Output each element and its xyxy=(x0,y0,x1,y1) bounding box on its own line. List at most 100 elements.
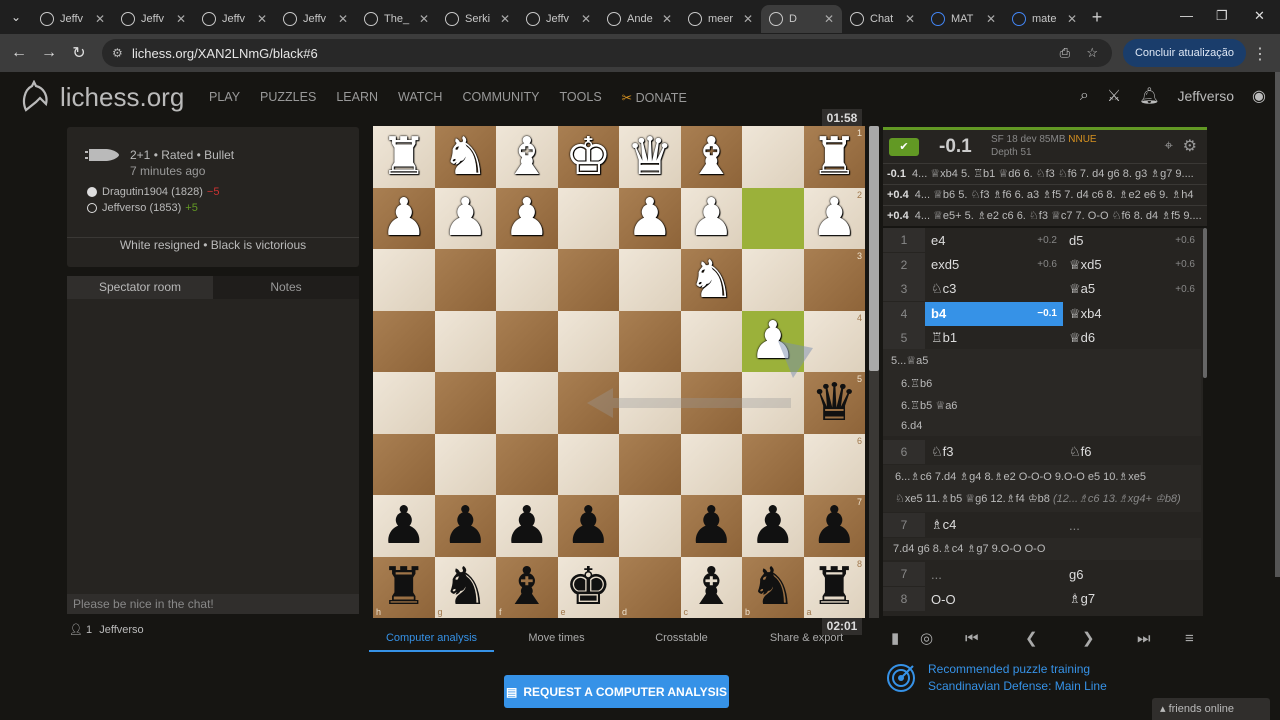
white-king-icon[interactable]: ♚ xyxy=(565,131,612,183)
board-square[interactable] xyxy=(496,372,558,434)
white-pawn-icon[interactable]: ♟ xyxy=(442,192,489,244)
black-knight-icon[interactable]: ♞ xyxy=(442,561,489,613)
black-player[interactable]: Jeffverso (1853) +5 xyxy=(87,202,198,214)
board-square[interactable]: ♟ 2 xyxy=(803,187,865,249)
search-icon[interactable]: ⌕ xyxy=(1080,87,1089,105)
close-window-icon[interactable]: ✕ xyxy=(1254,8,1265,24)
board-square[interactable] xyxy=(742,433,804,495)
tab-computer-analysis[interactable]: Computer analysis xyxy=(369,632,494,652)
board-square[interactable]: d xyxy=(619,556,681,618)
new-tab-button[interactable]: + xyxy=(1085,7,1109,28)
bookmark-star-icon[interactable]: ☆ xyxy=(1086,45,1098,61)
black-move[interactable]: g6 xyxy=(1063,562,1201,586)
black-pawn-icon[interactable]: ♟ xyxy=(503,500,550,552)
black-queen-icon[interactable]: ♛ xyxy=(811,377,858,429)
white-queen-icon[interactable]: ♛ xyxy=(626,131,673,183)
board-square[interactable] xyxy=(373,372,435,434)
tab-close-icon[interactable]: ✕ xyxy=(500,12,510,26)
board-square[interactable] xyxy=(373,310,435,372)
practice-icon[interactable]: ◎ xyxy=(920,629,933,647)
target-icon[interactable]: ⌖ xyxy=(1165,137,1173,154)
board-square[interactable]: ♟ xyxy=(742,310,804,372)
black-move[interactable]: ♕a5 +0.6 xyxy=(1063,277,1201,301)
black-move[interactable]: ♘f6 xyxy=(1063,440,1201,464)
white-move[interactable]: O-O xyxy=(925,587,1063,611)
board-square[interactable] xyxy=(557,433,619,495)
browser-tab[interactable]: Serki ✕ xyxy=(437,5,518,33)
nav-tools[interactable]: TOOLS xyxy=(560,90,602,105)
tab-close-icon[interactable]: ✕ xyxy=(986,12,996,26)
board-square[interactable] xyxy=(619,310,681,372)
chat-input[interactable]: Please be nice in the chat! xyxy=(67,594,359,614)
maximize-icon[interactable]: ❐ xyxy=(1216,8,1228,24)
white-move[interactable]: ♖b1 xyxy=(925,326,1063,350)
back-icon[interactable]: ← xyxy=(4,44,34,62)
forward-icon[interactable]: → xyxy=(34,44,64,62)
board-square[interactable] xyxy=(496,433,558,495)
page-scrollbar[interactable] xyxy=(1275,72,1280,577)
next-move-icon[interactable]: ❯ xyxy=(1082,629,1095,647)
white-move[interactable]: ... xyxy=(925,562,1063,586)
white-pawn-icon[interactable]: ♟ xyxy=(380,192,427,244)
board-square[interactable]: ♟ xyxy=(434,495,496,557)
tab-close-icon[interactable]: ✕ xyxy=(581,12,591,26)
white-pawn-icon[interactable]: ♟ xyxy=(503,192,550,244)
site-logo[interactable]: lichess.org xyxy=(18,80,184,114)
black-pawn-icon[interactable]: ♟ xyxy=(380,500,427,552)
board-square[interactable]: ♜ 8 a xyxy=(803,556,865,618)
variation-move[interactable]: 6.d4 xyxy=(901,420,922,432)
hamburger-menu-icon[interactable]: ≡ xyxy=(1185,630,1194,647)
board-square[interactable] xyxy=(434,249,496,311)
moves-scrollbar[interactable] xyxy=(1203,228,1207,378)
white-move[interactable]: e4 +0.2 xyxy=(925,228,1063,252)
black-move[interactable]: ♕d6 xyxy=(1063,326,1201,350)
tab-close-icon[interactable]: ✕ xyxy=(662,12,672,26)
browser-tab[interactable]: Jeffv ✕ xyxy=(194,5,275,33)
black-pawn-icon[interactable]: ♟ xyxy=(688,500,735,552)
browser-tab[interactable]: D ✕ xyxy=(761,5,842,33)
tab-notes[interactable]: Notes xyxy=(213,276,359,299)
board-square[interactable] xyxy=(742,249,804,311)
menu-kebab-icon[interactable]: ⋮ xyxy=(1252,44,1268,64)
board-square[interactable]: ♝ xyxy=(496,126,558,188)
browser-tab[interactable]: mate ✕ xyxy=(1004,5,1085,33)
browser-tab[interactable]: Jeffv ✕ xyxy=(32,5,113,33)
engine-toggle[interactable]: ✔ xyxy=(889,138,919,156)
board-square[interactable]: 3 xyxy=(803,249,865,311)
board-square[interactable] xyxy=(434,433,496,495)
browser-tab[interactable]: The_ ✕ xyxy=(356,5,437,33)
board-square[interactable] xyxy=(557,187,619,249)
black-move[interactable]: ♕xb4 xyxy=(1063,302,1201,326)
install-icon[interactable]: ⎙ xyxy=(1060,45,1070,61)
board-square[interactable]: 6 xyxy=(803,433,865,495)
puzzle-recommendation[interactable]: Recommended puzzle training Scandinavian… xyxy=(883,660,1207,696)
board-square[interactable]: ♟ xyxy=(619,187,681,249)
board-square[interactable] xyxy=(742,372,804,434)
board-square[interactable] xyxy=(680,310,742,372)
board-square[interactable] xyxy=(619,495,681,557)
update-browser-button[interactable]: Concluir atualização xyxy=(1122,39,1246,67)
white-pawn-icon[interactable]: ♟ xyxy=(811,192,858,244)
tab-close-icon[interactable]: ✕ xyxy=(338,12,348,26)
nav-community[interactable]: COMMUNITY xyxy=(462,90,539,105)
last-move-icon[interactable]: ⏭ xyxy=(1137,630,1151,647)
variation-line[interactable]: 6...♗c6 7.d4 ♗g4 8.♗e2 O-O-O 9.O-O e5 10… xyxy=(895,470,1146,483)
board-square[interactable] xyxy=(434,310,496,372)
scroll-thumb[interactable] xyxy=(869,126,879,371)
white-rook-icon[interactable]: ♜ xyxy=(811,131,858,183)
site-info-icon[interactable]: ⚙ xyxy=(112,46,123,60)
board-square[interactable]: ♟ xyxy=(680,187,742,249)
board-square[interactable]: ♛ 5 xyxy=(803,372,865,434)
variation-move[interactable]: 6.♖b6 xyxy=(901,377,932,390)
tab-crosstable[interactable]: Crosstable xyxy=(619,632,744,652)
pv-line-1[interactable]: -0.1 4... ♕xb4 5. ♖b1 ♕d6 6. ♘f3 ♘f6 7. d… xyxy=(883,163,1207,184)
black-move[interactable]: ♗g7 xyxy=(1063,587,1201,611)
white-rook-icon[interactable]: ♜ xyxy=(380,131,427,183)
board-square[interactable] xyxy=(619,249,681,311)
black-pawn-icon[interactable]: ♟ xyxy=(749,500,796,552)
board-square[interactable] xyxy=(680,433,742,495)
black-pawn-icon[interactable]: ♟ xyxy=(442,500,489,552)
nav-learn[interactable]: LEARN xyxy=(336,90,378,105)
board-square[interactable]: ♚ e xyxy=(557,556,619,618)
tab-close-icon[interactable]: ✕ xyxy=(257,12,267,26)
